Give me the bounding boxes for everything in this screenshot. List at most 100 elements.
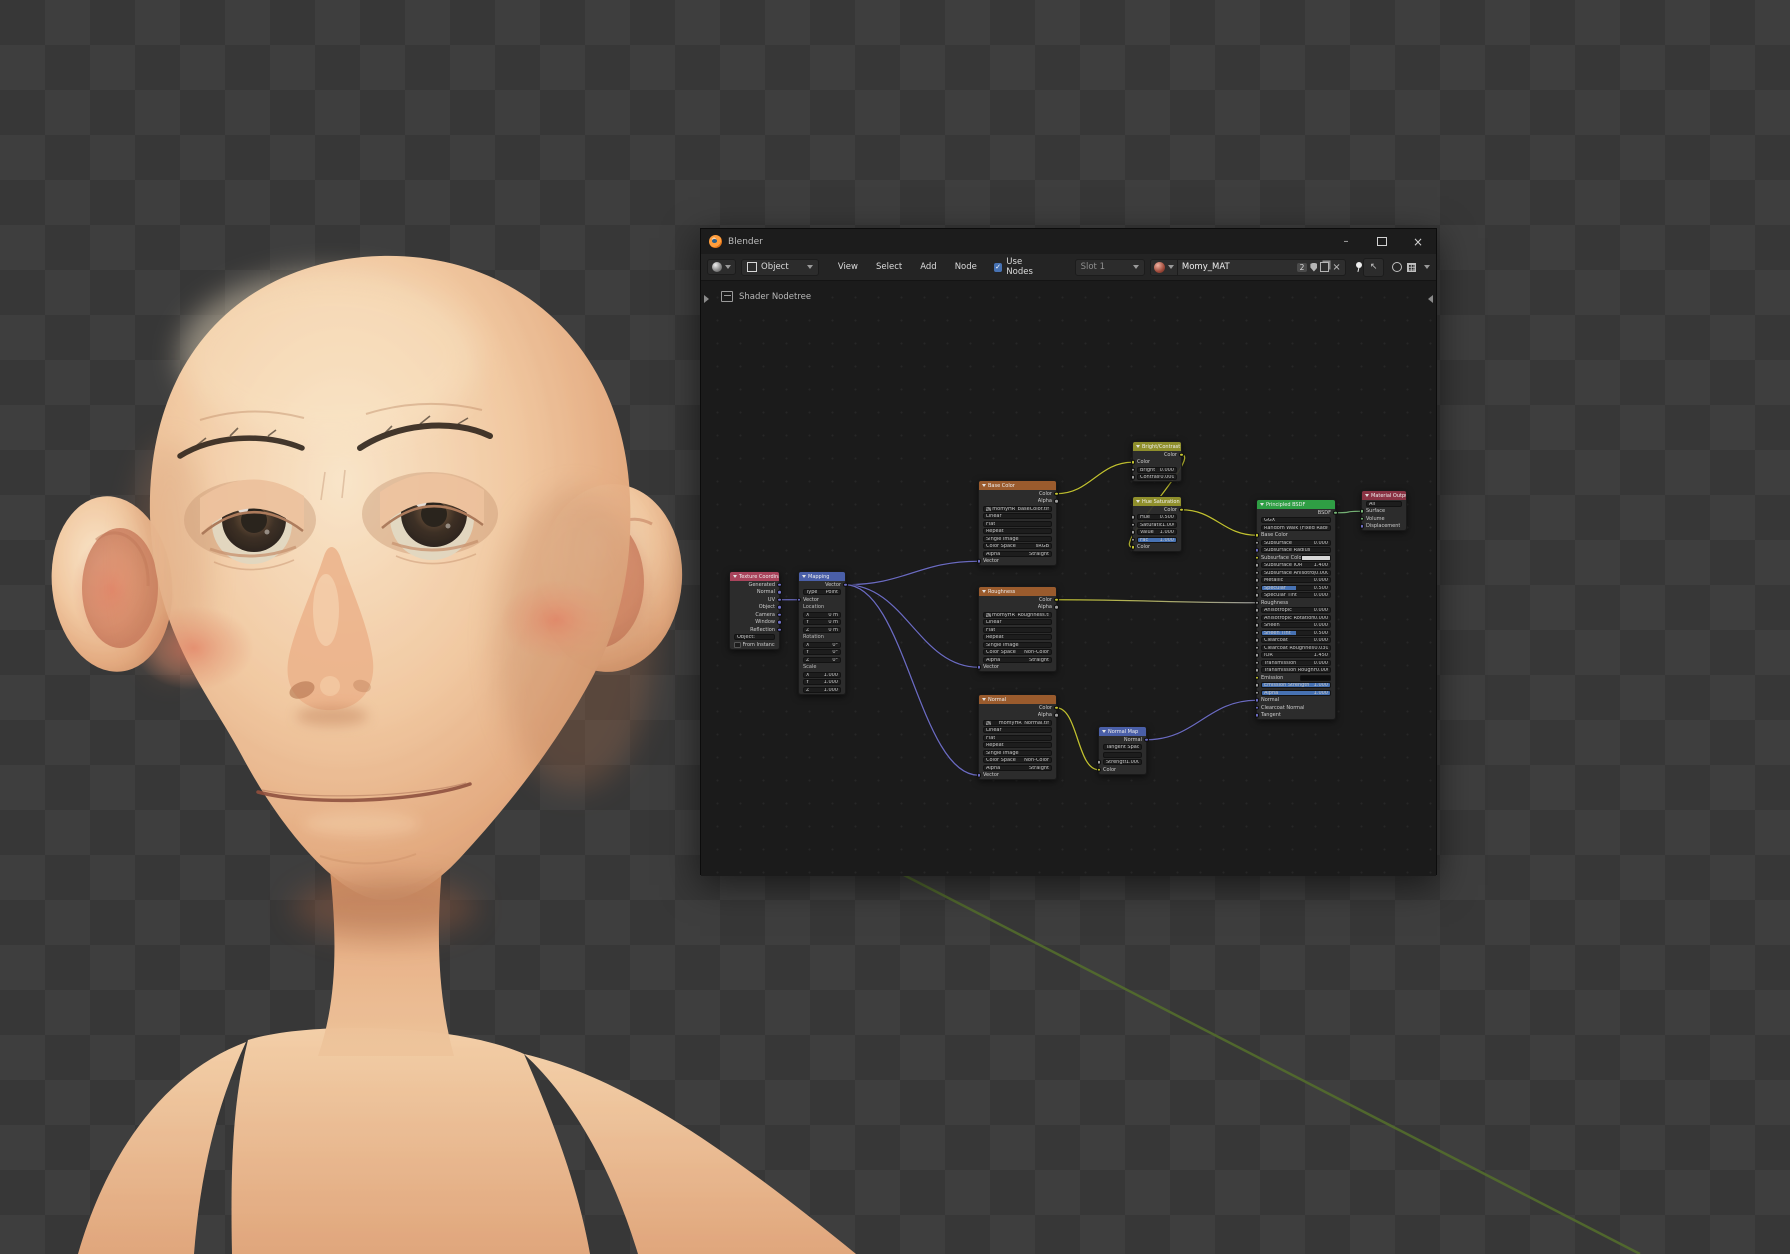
node-row-hue[interactable]: Hue 0.500: [1130, 514, 1181, 522]
node-row-clearcoat[interactable]: Clearcoat 0.000: [1254, 637, 1335, 645]
flat-widget[interactable]: Flat: [983, 520, 1052, 527]
anisotropic-widget[interactable]: Anisotropic 0.000: [1261, 607, 1331, 614]
node-header-texture-coordinate[interactable]: Texture Coordinate: [730, 572, 779, 581]
node-row-color-space[interactable]: Color Space sRGB: [979, 543, 1056, 551]
node-normal-map[interactable]: Normal MapNormalTangent Space Strength1.0…: [1096, 726, 1149, 775]
node-row-z[interactable]: Z 0°: [799, 656, 845, 664]
node-row-alpha[interactable]: Alpha Straight: [979, 550, 1056, 558]
repeat-widget[interactable]: Repeat: [983, 634, 1052, 641]
go-to-parent-button[interactable]: [1363, 257, 1384, 277]
collapse-icon[interactable]: [802, 575, 806, 578]
node-row-z[interactable]: Z0 m: [799, 626, 845, 634]
collapse-icon[interactable]: [1260, 503, 1264, 506]
new-material-icon[interactable]: [1320, 262, 1330, 272]
transmission-socket[interactable]: [1254, 660, 1259, 665]
pin-icon[interactable]: [1354, 261, 1363, 274]
node-row-x[interactable]: X0 m: [799, 611, 845, 619]
node-row-bright[interactable]: Bright 0.000: [1130, 466, 1181, 474]
node-base-color[interactable]: Base Color Color Alpha momyHR_baseColor.tif…: [976, 480, 1059, 566]
object-socket[interactable]: [777, 605, 782, 610]
x-widget[interactable]: X 1.000: [803, 671, 841, 678]
random-walk-fixed-radius-widget[interactable]: Random Walk (Fixed Radius): [1261, 524, 1331, 531]
anisotropic-socket[interactable]: [1254, 608, 1259, 613]
node-row-sheen[interactable]: Sheen 0.000: [1254, 622, 1335, 630]
snapping-grid-icon[interactable]: [1406, 262, 1416, 272]
node-material-output[interactable]: Material OutputAllSurfaceVolumeDisplacem…: [1359, 490, 1407, 531]
alpha-widget[interactable]: Alpha Straight: [983, 656, 1052, 663]
window-titlebar[interactable]: Blender – ×: [701, 229, 1436, 254]
type-widget[interactable]: Type Point: [803, 589, 841, 596]
single-image-widget[interactable]: Single Image: [983, 641, 1052, 648]
clearcoat-socket[interactable]: [1254, 638, 1259, 643]
metallic-widget[interactable]: Metallic 0.000: [1261, 577, 1331, 584]
subsurface-widget[interactable]: Subsurface 0.000: [1261, 539, 1331, 546]
node-row-strength[interactable]: Strength 1.000: [1096, 759, 1146, 767]
sidebar-toggle-icon[interactable]: [1428, 295, 1433, 303]
anisotropic-rotation-socket[interactable]: [1254, 615, 1259, 620]
overlays-icon[interactable]: [1391, 262, 1402, 272]
node-row-alpha[interactable]: Alpha 1.000: [1254, 689, 1335, 697]
collapse-icon[interactable]: [1365, 494, 1369, 497]
menu-view[interactable]: View: [829, 258, 867, 276]
specular-widget[interactable]: Specular 0.500: [1261, 584, 1331, 591]
node-row-repeat[interactable]: Repeat: [979, 528, 1056, 536]
node-row-emission[interactable]: Emission: [1254, 674, 1335, 682]
node-row-transmission-roughness[interactable]: Transmission Roughness0.000: [1254, 667, 1335, 675]
node-row-value[interactable]: Value 1.000: [1130, 529, 1181, 537]
specular-tint-socket[interactable]: [1254, 593, 1259, 598]
color-swatch[interactable]: [1299, 675, 1331, 681]
momyhr-normal-tif-widget[interactable]: momyHR_Normal.tif: [983, 719, 1052, 726]
vector-socket[interactable]: [976, 665, 981, 670]
color-socket[interactable]: [1179, 507, 1184, 512]
node-row-linear[interactable]: Linear: [979, 513, 1056, 521]
ggx-widget[interactable]: GGX: [1261, 517, 1331, 524]
chevron-down-icon[interactable]: [1423, 265, 1430, 269]
contrast-widget[interactable]: Contrast 0.000: [1137, 474, 1177, 481]
specular-socket[interactable]: [1254, 585, 1259, 590]
vector-socket[interactable]: [796, 597, 801, 602]
color-socket[interactable]: [1130, 545, 1135, 550]
maximize-button[interactable]: [1364, 229, 1400, 254]
emission-socket[interactable]: [1254, 675, 1259, 680]
bright-widget[interactable]: Bright 0.000: [1137, 466, 1177, 473]
single-image-widget[interactable]: Single Image: [983, 535, 1052, 542]
momyhr-basecolor-tif-widget[interactable]: momyHR_baseColor.tif: [983, 505, 1052, 512]
node-row-z[interactable]: Z 1.000: [799, 686, 845, 694]
collapse-icon[interactable]: [733, 575, 737, 578]
node-row-linear[interactable]: Linear: [979, 727, 1056, 735]
z-widget[interactable]: Z 0°: [803, 656, 841, 663]
vector-socket[interactable]: [976, 559, 981, 564]
node-row-flat[interactable]: Flat: [979, 734, 1056, 742]
fac-widget[interactable]: Fac 1.000: [1137, 536, 1177, 543]
clearcoat-widget[interactable]: Clearcoat 0.000: [1261, 637, 1331, 644]
node-row-all[interactable]: All: [1362, 500, 1406, 508]
collapse-icon[interactable]: [982, 698, 986, 701]
node-row-y[interactable]: Y 0°: [799, 649, 845, 657]
node-mapping[interactable]: Mapping Vector Type Point Vector Location X 0 m…: [796, 571, 848, 695]
fac-socket[interactable]: [1130, 537, 1135, 542]
linear-widget[interactable]: Linear: [983, 727, 1052, 734]
alpha-socket[interactable]: [1254, 690, 1259, 695]
use-nodes-toggle[interactable]: Use Nodes: [993, 257, 1049, 277]
clearcoat-normal-socket[interactable]: [1254, 705, 1259, 710]
node-texture-coordinate[interactable]: Texture CoordinateGeneratedNormalUVObjec…: [729, 571, 782, 650]
vector-socket[interactable]: [843, 582, 848, 587]
z-widget[interactable]: Z0 m: [803, 626, 841, 633]
color-socket[interactable]: [1096, 767, 1101, 772]
node-row-transmission[interactable]: Transmission 0.000: [1254, 659, 1335, 667]
repeat-widget[interactable]: Repeat: [983, 742, 1052, 749]
momyhr-roughness-tif-widget[interactable]: momyHR_Roughness.tif: [983, 611, 1052, 618]
tangent-socket[interactable]: [1254, 713, 1259, 718]
z-widget[interactable]: Z 1.000: [803, 686, 841, 693]
collapse-icon[interactable]: [982, 484, 986, 487]
saturation-widget[interactable]: Saturation1.000: [1137, 521, 1177, 528]
node-row-anisotropic[interactable]: Anisotropic 0.000: [1254, 607, 1335, 615]
node-row-emission-strength[interactable]: Emission Strength 1.000: [1254, 682, 1335, 690]
node-row-momyhr-basecolor-tif[interactable]: momyHR_baseColor.tif: [979, 505, 1056, 513]
alpha-widget[interactable]: Alpha Straight: [983, 764, 1052, 771]
node-row-y[interactable]: Y0 m: [799, 619, 845, 627]
sheen-tint-widget[interactable]: Sheen Tint 0.500: [1261, 629, 1331, 636]
hue-socket[interactable]: [1130, 515, 1135, 520]
all-widget[interactable]: All: [1366, 500, 1402, 507]
node-row-fac[interactable]: Fac 1.000: [1130, 536, 1181, 544]
